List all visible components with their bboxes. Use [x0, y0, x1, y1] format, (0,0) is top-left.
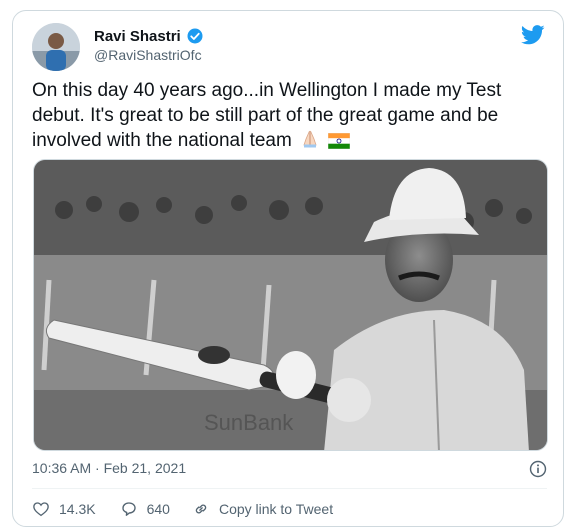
tweet-card[interactable]: Ravi Shastri @RaviShastriOfc On this day…: [12, 10, 564, 527]
verified-badge-icon: [187, 28, 203, 44]
folded-hands-icon: [303, 130, 317, 148]
divider: [32, 488, 547, 489]
tweet-photo[interactable]: SunBank: [33, 159, 548, 451]
reply-button[interactable]: 640: [120, 500, 170, 518]
info-icon[interactable]: [529, 460, 547, 478]
like-count: 14.3K: [59, 501, 96, 517]
speech-bubble-icon: [121, 502, 136, 516]
reply-count: 640: [146, 501, 170, 517]
avatar[interactable]: [32, 23, 80, 71]
author-handle[interactable]: @RaviShastriOfc: [94, 47, 202, 63]
copy-link-button[interactable]: Copy link to Tweet: [192, 500, 333, 518]
tweet-text-body: On this day 40 years ago...in Wellington…: [32, 80, 502, 151]
svg-text:SunBank: SunBank: [204, 410, 294, 435]
tweet-actions: 14.3K 640 Copy link to Tweet: [32, 500, 333, 518]
like-button[interactable]: 14.3K: [32, 500, 96, 518]
india-flag-icon: [328, 133, 351, 149]
author-name[interactable]: Ravi Shastri: [94, 28, 181, 45]
tweet-timestamp[interactable]: 10:36 AM · Feb 21, 2021: [32, 460, 186, 476]
tweet-text: On this day 40 years ago...in Wellington…: [32, 78, 542, 153]
twitter-bird-icon[interactable]: [521, 25, 545, 45]
copy-link-label: Copy link to Tweet: [218, 501, 334, 517]
heart-icon: [33, 502, 49, 517]
link-icon: [195, 504, 207, 514]
